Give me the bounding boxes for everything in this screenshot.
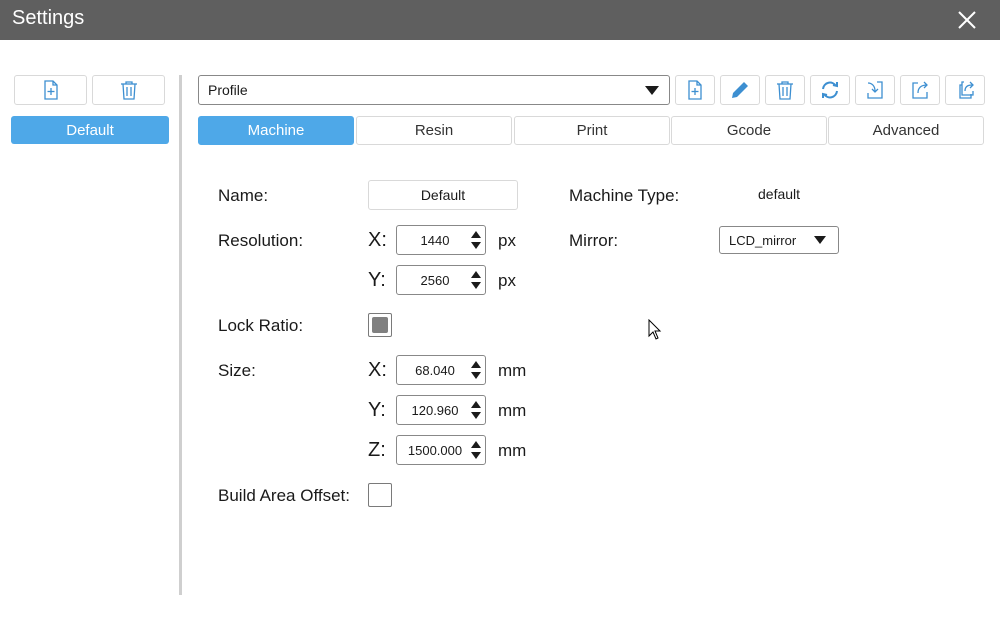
trash-icon [120,81,137,100]
reload-profile-button[interactable] [810,75,850,105]
close-button[interactable] [952,5,982,35]
increment-arrow-icon[interactable] [471,271,481,278]
decrement-arrow-icon[interactable] [471,412,481,419]
delete-profile-toolbar-button[interactable] [765,75,805,105]
size-y-spinbox[interactable] [396,395,486,425]
tab-gcode[interactable]: Gcode [671,116,827,145]
tab-resin[interactable]: Resin [356,116,512,145]
chevron-down-icon [814,236,826,244]
resolution-y-spinbox[interactable] [396,265,486,295]
decrement-arrow-icon[interactable] [471,452,481,459]
profile-select-value: Profile [208,82,248,98]
mouse-cursor-icon [648,319,662,340]
increment-arrow-icon[interactable] [471,231,481,238]
name-field[interactable]: Default [368,180,518,210]
export-icon [912,81,928,99]
increment-arrow-icon[interactable] [471,441,481,448]
title-bar: Settings [0,0,1000,40]
export-profile-button[interactable] [900,75,940,105]
size-y-unit: mm [498,401,527,420]
chevron-down-icon [645,86,659,95]
pencil-icon [732,82,748,98]
resolution-y-label: Y: [368,269,386,291]
build-area-offset-checkbox[interactable] [368,483,392,507]
lock-ratio-label: Lock Ratio: [218,316,304,335]
machine-type-label: Machine Type: [569,186,680,205]
size-x-spinbox[interactable] [396,355,486,385]
decrement-arrow-icon[interactable] [471,372,481,379]
new-profile-button[interactable] [675,75,715,105]
rename-profile-button[interactable] [720,75,760,105]
size-x-label: X: [368,359,387,381]
resolution-y-unit: px [498,271,516,290]
resolution-x-unit: px [498,231,516,250]
mirror-select-value: LCD_mirror [729,232,797,248]
window-title: Settings [12,7,85,29]
build-area-offset-label: Build Area Offset: [218,486,350,505]
size-z-input[interactable] [399,439,471,461]
settings-tabs: Machine Resin Print Gcode Advanced [198,116,986,145]
tab-print[interactable]: Print [514,116,670,145]
file-add-icon [43,80,58,100]
add-profile-button[interactable] [14,75,87,105]
resolution-x-label: X: [368,229,387,251]
file-add-icon [688,80,702,100]
resolution-label: Resolution: [218,231,304,250]
increment-arrow-icon[interactable] [471,361,481,368]
machine-type-value: default [758,186,801,202]
name-label: Name: [218,186,269,205]
refresh-icon [822,81,838,99]
size-x-input[interactable] [399,359,471,381]
export-all-icon [959,81,974,99]
export-all-profiles-button[interactable] [945,75,985,105]
increment-arrow-icon[interactable] [471,401,481,408]
size-z-unit: mm [498,441,527,460]
tab-machine[interactable]: Machine [198,116,354,145]
size-y-input[interactable] [399,399,471,421]
resolution-x-input[interactable] [399,229,471,251]
mirror-select[interactable]: LCD_mirror [719,226,839,254]
import-profile-button[interactable] [855,75,895,105]
sidebar-divider[interactable] [179,75,182,595]
size-x-unit: mm [498,361,527,380]
decrement-arrow-icon[interactable] [471,282,481,289]
size-label: Size: [218,361,256,380]
size-z-label: Z: [368,439,386,461]
tab-advanced[interactable]: Advanced [828,116,984,145]
resolution-x-spinbox[interactable] [396,225,486,255]
import-icon [867,81,883,99]
size-z-spinbox[interactable] [396,435,486,465]
trash-icon [777,81,793,100]
decrement-arrow-icon[interactable] [471,242,481,249]
profile-select[interactable]: Profile [198,75,670,105]
lock-ratio-checkbox[interactable] [368,313,392,337]
close-icon [958,11,976,29]
resolution-y-input[interactable] [399,269,471,291]
mirror-label: Mirror: [569,231,619,250]
delete-profile-button[interactable] [92,75,165,105]
size-y-label: Y: [368,399,386,421]
sidebar-item-default[interactable]: Default [11,116,169,144]
